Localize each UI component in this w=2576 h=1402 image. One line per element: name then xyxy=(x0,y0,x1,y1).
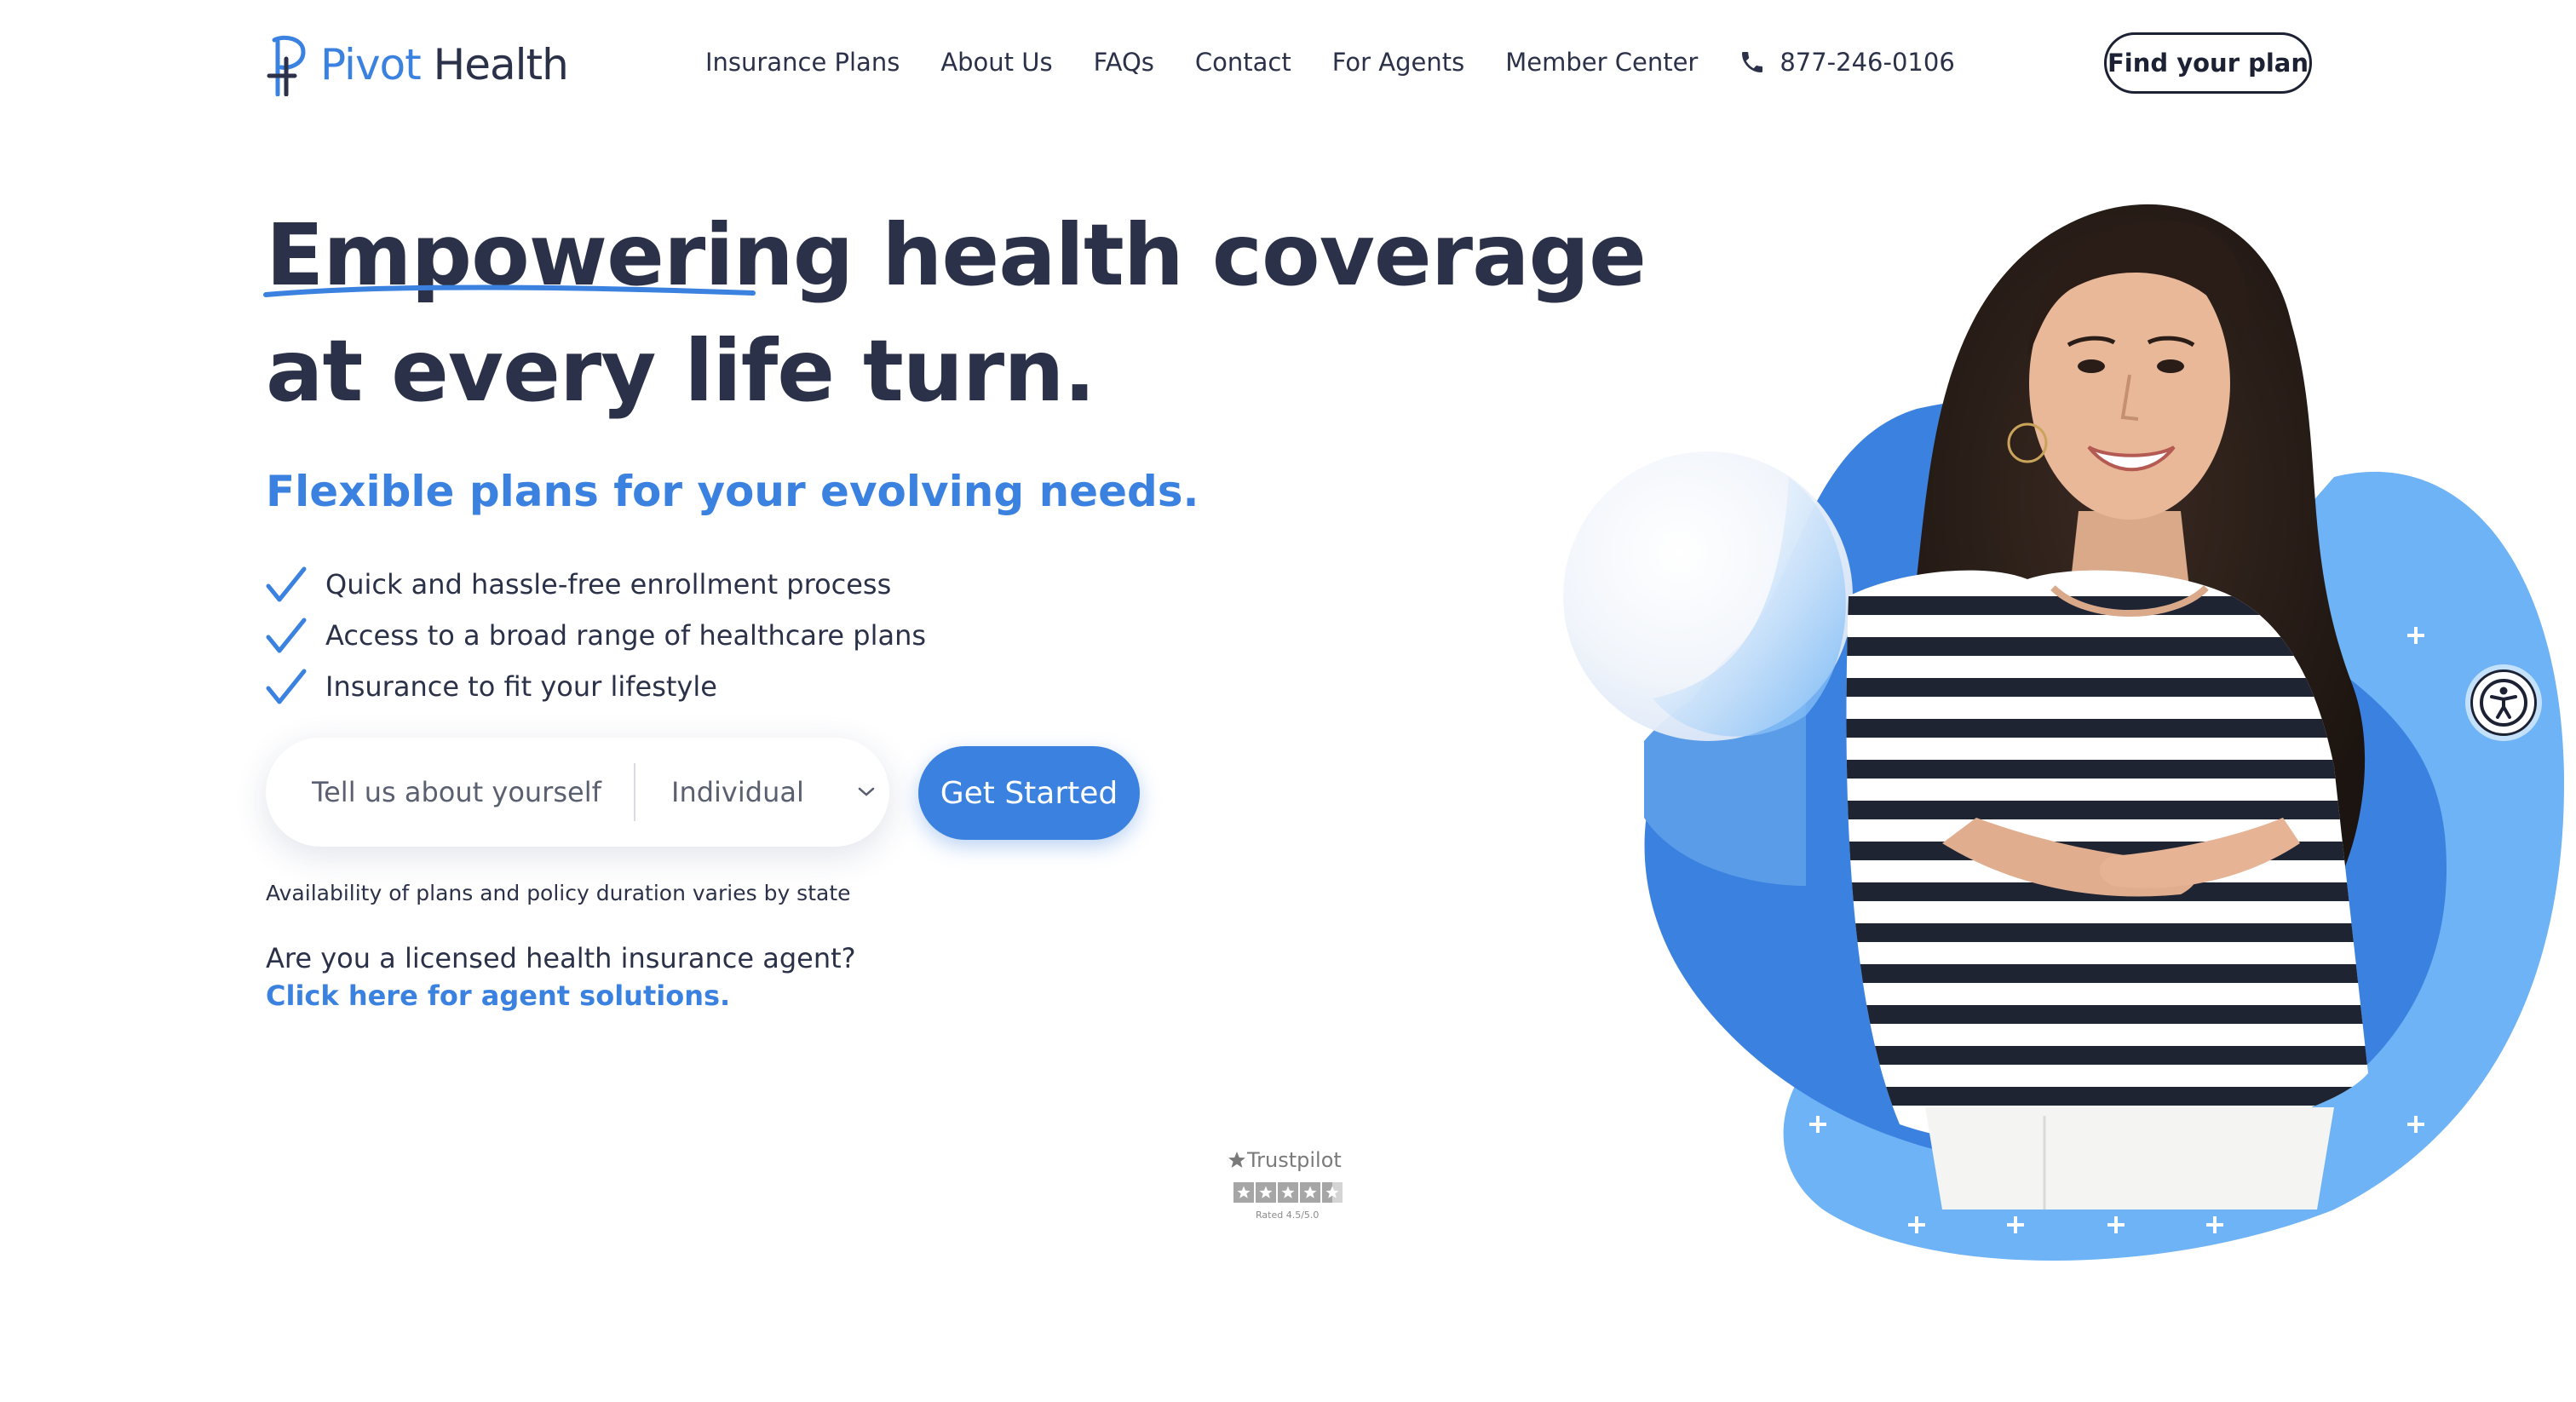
about-yourself-input[interactable] xyxy=(310,775,634,809)
logo-text: Pivot Health xyxy=(320,40,569,89)
trustpilot-header: Trustpilot xyxy=(1227,1148,1346,1172)
benefit-item: Insurance to fit your lifestyle xyxy=(266,661,926,712)
trustpilot-rating-text: Rated 4.5/5.0 xyxy=(1256,1210,1320,1221)
logo-word-1: Pivot xyxy=(320,40,422,89)
plan-search-form: Individual xyxy=(266,738,889,847)
logo-word-2: Health xyxy=(433,40,569,89)
phone-link[interactable]: 877-246-0106 xyxy=(1739,48,1955,77)
pivot-logo-icon xyxy=(267,35,306,96)
find-your-plan-button[interactable]: Find your plan xyxy=(2104,32,2312,94)
rating-star-icon xyxy=(1256,1182,1276,1203)
rating-star-icon xyxy=(1233,1182,1254,1203)
get-started-button[interactable]: Get Started xyxy=(918,746,1140,840)
hero-subheadline: Flexible plans for your evolving needs. xyxy=(266,467,1199,516)
coverage-type-value: Individual xyxy=(671,776,804,808)
benefit-text: Quick and hassle-free enrollment process xyxy=(325,568,892,600)
checkmark-icon xyxy=(266,618,307,653)
trustpilot-widget[interactable]: Trustpilot Rated 4.5/5.0 xyxy=(1227,1148,1346,1221)
benefit-item: Quick and hassle-free enrollment process xyxy=(266,559,926,610)
headline-line-1: Empowering health coverage xyxy=(263,198,1647,313)
trustpilot-star-icon xyxy=(1228,1152,1245,1168)
nav-faqs[interactable]: FAQs xyxy=(1094,48,1154,77)
nav-contact[interactable]: Contact xyxy=(1195,48,1291,77)
logo[interactable]: Pivot Health xyxy=(266,31,569,99)
accessibility-icon xyxy=(2480,679,2527,727)
headline-emphasis: Empowering xyxy=(263,198,854,313)
headline-line-2: at every life turn. xyxy=(266,321,1095,421)
woman-photo xyxy=(1846,204,2368,1210)
hero-headline: Empowering health coverage at every life… xyxy=(263,198,1647,429)
benefit-list: Quick and hassle-free enrollment process… xyxy=(266,559,926,712)
nav-member-center[interactable]: Member Center xyxy=(1505,48,1698,77)
benefit-item: Access to a broad range of healthcare pl… xyxy=(266,610,926,661)
checkmark-icon xyxy=(266,669,307,704)
phone-number: 877-246-0106 xyxy=(1780,48,1955,77)
agent-solutions-link[interactable]: Click here for agent solutions. xyxy=(266,980,730,1012)
chevron-down-icon xyxy=(858,787,875,796)
main-nav: Insurance Plans About Us FAQs Contact Fo… xyxy=(705,41,1955,83)
trustpilot-label: Trustpilot xyxy=(1247,1148,1342,1172)
rating-half-star-icon xyxy=(1322,1182,1343,1203)
availability-note: Availability of plans and policy duratio… xyxy=(266,881,851,905)
benefit-text: Access to a broad range of healthcare pl… xyxy=(325,619,927,652)
nav-about-us[interactable]: About Us xyxy=(940,48,1052,77)
nav-insurance-plans[interactable]: Insurance Plans xyxy=(705,48,900,77)
site-header: Pivot Health Insurance Plans About Us FA… xyxy=(0,0,2576,128)
accessibility-button[interactable] xyxy=(2470,669,2537,736)
hero-illustration xyxy=(1563,204,2564,1261)
coverage-type-select[interactable]: Individual xyxy=(671,776,876,808)
trustpilot-stars xyxy=(1233,1182,1346,1203)
search-divider xyxy=(634,763,635,821)
phone-icon xyxy=(1742,52,1763,72)
rating-star-icon xyxy=(1300,1182,1320,1203)
checkmark-icon xyxy=(266,566,307,602)
nav-for-agents[interactable]: For Agents xyxy=(1332,48,1464,77)
rating-star-icon xyxy=(1278,1182,1298,1203)
underline-swoosh xyxy=(263,284,756,297)
agent-question: Are you a licensed health insurance agen… xyxy=(266,942,856,974)
benefit-text: Insurance to fit your lifestyle xyxy=(325,670,717,703)
